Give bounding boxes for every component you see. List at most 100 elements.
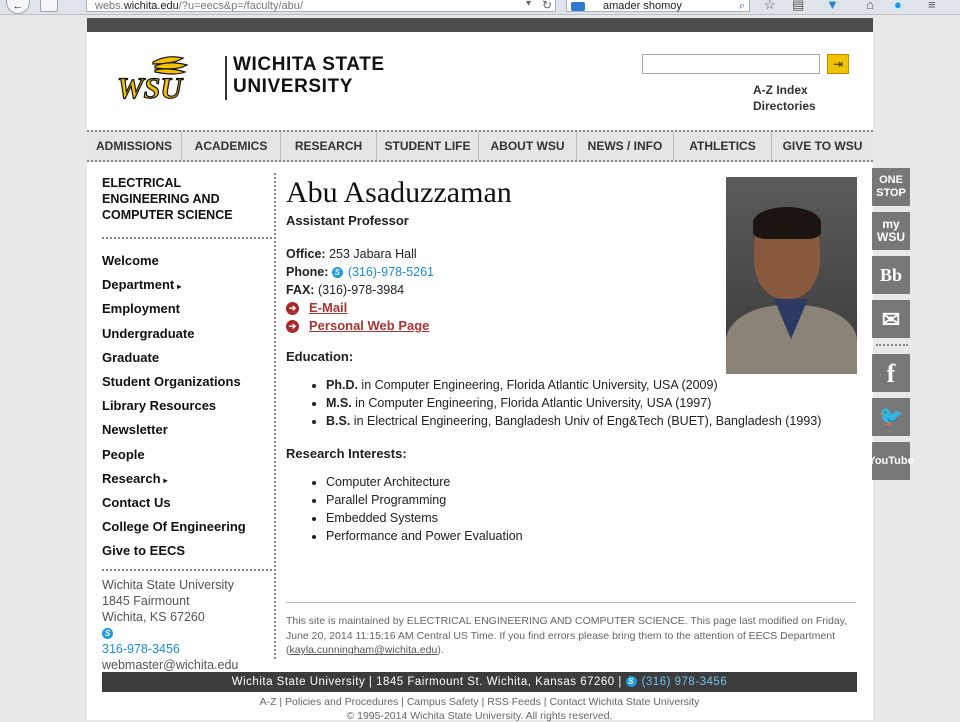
- degree: M.S.: [326, 396, 352, 410]
- skype-icon: S: [331, 267, 343, 278]
- refresh-icon[interactable]: ↻: [542, 0, 552, 12]
- sidebar-item-college-of-engineering[interactable]: College Of Engineering: [102, 515, 272, 539]
- arrow-circle-icon: ➔: [286, 301, 299, 315]
- sidebar-divider: [102, 569, 272, 572]
- social-divider: [876, 344, 908, 346]
- skype-icon[interactable]: ●: [894, 0, 902, 12]
- dept-line-3: COMPUTER SCIENCE: [102, 208, 233, 222]
- contact-city: Wichita, KS 67260: [102, 610, 205, 625]
- education-list: Ph.D. in Computer Engineering, Florida A…: [286, 376, 856, 430]
- department-title[interactable]: ELECTRICAL ENGINEERING AND COMPUTER SCIE…: [102, 175, 272, 223]
- sidebar-item-student-organizations[interactable]: Student Organizations: [102, 370, 272, 394]
- social-bar: ONE STOP my WSU Bb ✉ f 🐦 YouTube: [868, 168, 914, 486]
- sidebar-item-welcome[interactable]: Welcome: [102, 249, 272, 273]
- logo-mark-text: WSU: [117, 72, 183, 104]
- degree: Ph.D.: [326, 378, 358, 392]
- nav-academics[interactable]: ACADEMICS: [182, 132, 281, 160]
- contact-phone[interactable]: S 316-978-3456: [102, 625, 272, 657]
- fax-value: (316)-978-3984: [317, 283, 405, 297]
- sidebar-item-label: Library Resources: [102, 398, 217, 414]
- sidebar-item-label: People: [102, 446, 145, 462]
- email-icon[interactable]: ✉: [872, 300, 910, 338]
- research-heading: Research Interests:: [286, 446, 407, 461]
- star-icon[interactable]: ☆: [764, 0, 776, 13]
- nav-news-info[interactable]: NEWS / INFO: [577, 132, 674, 160]
- home-icon[interactable]: ⌂: [866, 0, 874, 12]
- dropdown-icon[interactable]: ▾: [526, 0, 531, 9]
- twitter-icon[interactable]: 🐦: [872, 398, 910, 436]
- search-engine-icon[interactable]: [571, 2, 585, 11]
- sidebar-contact: Wichita State University 1845 Fairmount …: [102, 577, 272, 673]
- maintainer-email-link[interactable]: kayla.cunningham@wichita.edu: [290, 644, 438, 656]
- sidebar-item-research[interactable]: Research ▸: [102, 467, 272, 491]
- sidebar-vertical-divider: [274, 173, 276, 659]
- web-page: WSU WICHITA STATE UNIVERSITY ⇥ A-Z Index…: [87, 18, 873, 722]
- nav-about-wsu[interactable]: ABOUT WSU: [479, 132, 577, 160]
- nav-give-to-wsu[interactable]: GIVE TO WSU: [772, 132, 873, 160]
- sidebar-item-library-resources[interactable]: Library Resources: [102, 394, 272, 418]
- mywsu-button[interactable]: my WSU: [872, 212, 910, 250]
- sidebar-item-contact-us[interactable]: Contact Us: [102, 491, 272, 515]
- research-list: Computer Architecture Parallel Programmi…: [286, 473, 856, 545]
- footer-phone-link[interactable]: (316) 978-3456: [642, 676, 728, 688]
- sidebar: ELECTRICAL ENGINEERING AND COMPUTER SCIE…: [102, 175, 272, 673]
- dept-line-1: ELECTRICAL: [102, 176, 182, 190]
- maintenance-note: This site is maintained by ELECTRICAL EN…: [286, 614, 856, 658]
- sidebar-item-graduate[interactable]: Graduate: [102, 346, 272, 370]
- sidebar-item-newsletter[interactable]: Newsletter: [102, 418, 272, 442]
- sidebar-item-label: Department: [102, 277, 175, 293]
- contact-name: Wichita State University: [102, 578, 234, 593]
- web-link-text: Personal Web Page: [309, 318, 430, 333]
- youtube-button[interactable]: YouTube: [868, 442, 914, 480]
- nav-research[interactable]: RESEARCH: [281, 132, 377, 160]
- sidebar-nav: Welcome Department ▸ Employment Undergrad…: [102, 249, 272, 563]
- mywsu-label: my WSU: [877, 217, 905, 244]
- forward-button[interactable]: [40, 0, 58, 12]
- search-go-icon[interactable]: ⌕: [739, 0, 745, 14]
- logo-line-1: WICHITA STATE: [233, 54, 385, 75]
- browser-toolbar: ← webs.wichita.edu/?u=eecs&p=/faculty/ab…: [0, 0, 960, 15]
- profile-photo: [726, 177, 857, 374]
- one-stop-label: ONE STOP: [876, 174, 906, 199]
- facebook-icon[interactable]: f: [872, 354, 910, 392]
- site-search-button[interactable]: ⇥: [827, 54, 849, 74]
- url-prefix: webs.: [95, 0, 124, 12]
- browser-search-text: amader shomoy: [603, 0, 682, 12]
- blackboard-button[interactable]: Bb: [872, 256, 910, 294]
- shocker-wheat-icon: WSU: [116, 56, 189, 104]
- sidebar-item-label: Undergraduate: [102, 325, 195, 341]
- az-index-link[interactable]: A-Z Index: [753, 82, 816, 98]
- directories-link[interactable]: Directories: [753, 98, 816, 114]
- sidebar-item-department[interactable]: Department ▸: [102, 273, 272, 297]
- blackboard-label: Bb: [879, 264, 903, 285]
- nav-student-life[interactable]: STUDENT LIFE: [377, 132, 479, 160]
- pocket-icon[interactable]: ▼: [826, 0, 839, 12]
- sidebar-item-people[interactable]: People: [102, 443, 272, 467]
- logo-line-2: UNIVERSITY: [233, 76, 354, 97]
- browser-search-input[interactable]: amader shomoy ⌕: [566, 0, 750, 12]
- url-path: /?u=eecs&p=/faculty/abu/: [178, 0, 303, 12]
- sidebar-item-label: Contact Us: [102, 494, 171, 510]
- sidebar-item-label: Welcome: [102, 253, 159, 268]
- sidebar-item-give-to-eecs[interactable]: Give to EECS: [102, 539, 272, 563]
- skype-icon: S: [102, 628, 113, 640]
- maintenance-text-end: ).: [437, 644, 444, 656]
- contact-street: 1845 Fairmount: [102, 594, 190, 609]
- phone-link[interactable]: (316)-978-5261: [348, 265, 434, 279]
- list-item: B.S. in Electrical Engineering, Banglade…: [326, 412, 856, 430]
- sidebar-item-undergraduate[interactable]: Undergraduate: [102, 322, 272, 346]
- nav-athletics[interactable]: ATHLETICS: [674, 132, 772, 160]
- back-button[interactable]: ←: [6, 0, 30, 14]
- footer-address: Wichita State University | 1845 Fairmoun…: [231, 676, 622, 688]
- list-item: Performance and Power Evaluation: [326, 527, 856, 545]
- nav-admissions[interactable]: ADMISSIONS: [87, 132, 182, 160]
- address-bar[interactable]: webs.wichita.edu/?u=eecs&p=/faculty/abu/: [86, 0, 556, 12]
- degree-detail: in Computer Engineering, Florida Atlanti…: [351, 396, 712, 410]
- footer-links[interactable]: A-Z | Policies and Procedures | Campus S…: [102, 696, 857, 708]
- menu-icon[interactable]: ≡: [928, 0, 936, 12]
- one-stop-button[interactable]: ONE STOP: [872, 168, 910, 206]
- sidebar-item-employment[interactable]: Employment: [102, 297, 272, 321]
- contact-phone-text: 316-978-3456: [102, 642, 180, 657]
- site-search-input[interactable]: [642, 54, 820, 74]
- reading-list-icon[interactable]: ▤: [792, 0, 804, 13]
